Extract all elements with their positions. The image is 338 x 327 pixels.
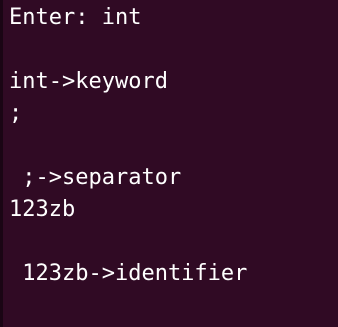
terminal-line: Enter: int [9,5,142,30]
terminal-line: 123zb->identifier [9,261,248,286]
terminal-line: ; [9,101,23,126]
terminal-line: 123zb [9,197,76,222]
terminal-line: ;->separator [9,165,182,190]
terminal-window[interactable]: Enter: int int->keyword ; ;->separator 1… [0,0,338,327]
terminal-line: int->keyword [9,69,168,94]
